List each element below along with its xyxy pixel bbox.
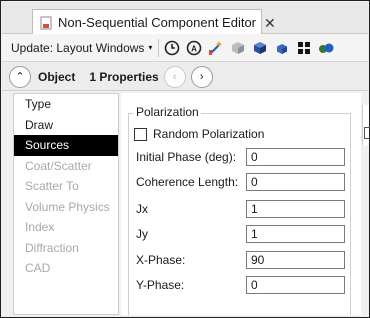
update-dropdown[interactable]: Update: Layout Windows ▾ [11, 37, 156, 59]
field-label: Coherence Length: [136, 175, 239, 189]
toolbar-divider [158, 38, 160, 57]
tab-title: Non-Sequential Component Editor [58, 15, 257, 30]
field-row-initial-phase: Initial Phase (deg): 0 [136, 148, 345, 166]
category-item: Volume Physics [25, 199, 110, 214]
category-item: CAD [25, 261, 51, 275]
chevron-right-icon: › [199, 70, 204, 83]
field-label: Jy [136, 227, 148, 241]
field-label: X-Phase: [136, 253, 186, 267]
tab-strip: Non-Sequential Component Editor ✕ [2, 2, 368, 35]
category-item: Coat/Scatter [25, 158, 92, 173]
chevron-up-icon: ⌃ [15, 71, 25, 83]
grid-icon[interactable] [295, 39, 313, 57]
category-list: Type Draw Sources Coat/Scatter Scatter T… [13, 93, 119, 315]
adjacent-checkbox-edge [364, 127, 370, 139]
polarization-title: Polarization [134, 105, 201, 119]
toolbar: Update: Layout Windows ▾ A [2, 34, 368, 62]
category-item: Scatter To [25, 179, 79, 193]
field-row-x-phase: X-Phase: 90 [136, 251, 345, 269]
properties-label: 1 Properties [89, 69, 159, 84]
category-item-selected[interactable]: Sources [14, 135, 118, 156]
editor-window: Non-Sequential Component Editor ✕ Update… [0, 0, 370, 318]
object-label: Object [38, 69, 76, 84]
field-label: Y-Phase: [136, 278, 185, 292]
refresh-all-icon[interactable]: A [185, 39, 203, 57]
category-item: Diffraction [25, 240, 79, 255]
category-item[interactable]: Draw [14, 115, 118, 136]
chevron-down-icon: ▾ [148, 43, 153, 52]
polarization-panel: Polarization Random Polarization Initial… [121, 93, 361, 315]
wand-icon[interactable] [207, 39, 225, 57]
field-row-jx: Jx 1 [136, 200, 345, 218]
category-item: Index [25, 220, 55, 234]
tab-nsc-editor[interactable]: Non-Sequential Component Editor ✕ [32, 9, 276, 35]
refresh-icon[interactable] [163, 39, 181, 57]
adjacent-panel-edge [362, 105, 369, 145]
x-phase-input[interactable]: 90 [246, 251, 345, 269]
next-object-button[interactable]: › [190, 65, 213, 88]
jx-input[interactable]: 1 [246, 200, 345, 218]
jy-input[interactable]: 1 [246, 225, 345, 243]
field-row-jy: Jy 1 [136, 225, 345, 243]
cube-gray-icon[interactable] [229, 39, 247, 57]
spheres-icon[interactable] [317, 39, 335, 57]
checkbox-label: Random Polarization [153, 127, 265, 141]
initial-phase-input[interactable]: 0 [246, 148, 345, 166]
chevron-left-icon: ‹ [172, 70, 177, 83]
field-row-coherence-length: Coherence Length: 0 [136, 173, 345, 191]
cube-blue-icon[interactable] [251, 39, 269, 57]
field-label: Initial Phase (deg): [136, 150, 237, 164]
close-icon[interactable]: ✕ [264, 16, 276, 30]
cube-small-icon[interactable] [273, 39, 291, 57]
checkbox-box[interactable] [134, 127, 147, 141]
collapse-button[interactable]: ⌃ [9, 65, 31, 88]
coherence-length-input[interactable]: 0 [246, 173, 345, 191]
field-label: Jx [136, 202, 148, 216]
y-phase-input[interactable]: 0 [246, 276, 345, 294]
random-polarization-checkbox[interactable]: Random Polarization [134, 127, 264, 141]
category-item[interactable]: Type [14, 94, 118, 115]
editor-doc-icon [39, 16, 53, 30]
object-bar: ⌃ Object 1 Properties ‹ › [2, 63, 368, 91]
previous-object-button[interactable]: ‹ [163, 65, 186, 88]
svg-text:A: A [192, 44, 198, 53]
field-row-y-phase: Y-Phase: 0 [136, 276, 345, 294]
update-dropdown-label: Update: Layout Windows [11, 40, 145, 55]
